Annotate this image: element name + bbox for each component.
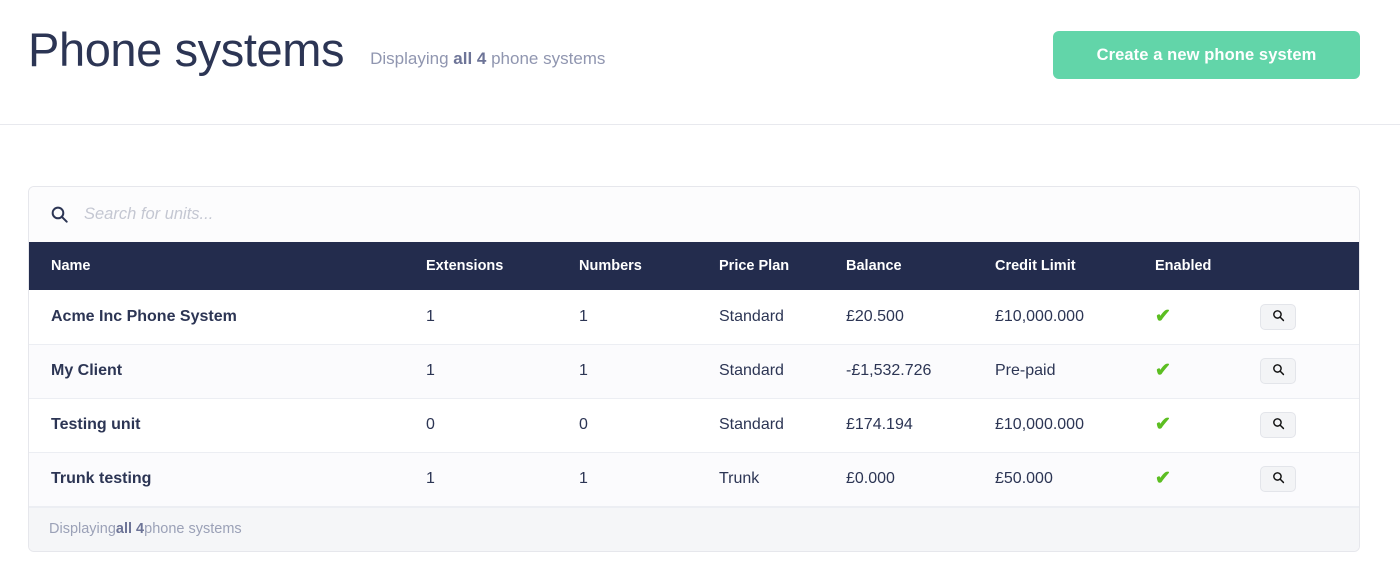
phone-systems-table: Name Extensions Numbers Price Plan Balan… (29, 242, 1359, 507)
column-header-name[interactable]: Name (29, 242, 401, 290)
view-phone-system-button[interactable] (1260, 358, 1296, 384)
table-row[interactable]: Trunk testing 1 1 Trunk £0.000 £50.000 ✔ (29, 452, 1359, 507)
cell-numbers: 1 (551, 452, 691, 507)
footer-suffix: phone systems (144, 521, 242, 537)
cell-numbers: 1 (551, 344, 691, 399)
cell-extensions: 1 (401, 290, 551, 345)
cell-price-plan: Standard (691, 344, 821, 399)
create-phone-system-button[interactable]: Create a new phone system (1053, 31, 1360, 79)
page-subtitle-prefix: Displaying (370, 49, 454, 68)
cell-enabled: ✔ (1126, 290, 1256, 345)
cell-enabled: ✔ (1126, 398, 1256, 453)
cell-balance: -£1,532.726 (821, 344, 966, 399)
cell-credit-limit: £10,000.000 (966, 398, 1126, 453)
column-header-balance[interactable]: Balance (821, 242, 966, 290)
phone-systems-card: Name Extensions Numbers Price Plan Balan… (28, 186, 1360, 552)
column-header-enabled[interactable]: Enabled (1126, 242, 1256, 290)
table-body: Acme Inc Phone System 1 1 Standard £20.5… (29, 290, 1359, 507)
search-icon (1272, 471, 1285, 487)
table-header-row: Name Extensions Numbers Price Plan Balan… (29, 242, 1359, 290)
cell-numbers: 0 (551, 398, 691, 453)
cell-enabled: ✔ (1126, 344, 1256, 399)
table-row[interactable]: My Client 1 1 Standard -£1,532.726 Pre-p… (29, 344, 1359, 399)
table-row[interactable]: Testing unit 0 0 Standard £174.194 £10,0… (29, 398, 1359, 453)
cell-extensions: 1 (401, 344, 551, 399)
table-footer-summary: Displaying all 4 phone systems (29, 506, 1359, 551)
page-subtitle: Displaying all 4 phone systems (370, 49, 605, 69)
column-header-numbers[interactable]: Numbers (551, 242, 691, 290)
cell-credit-limit: £50.000 (966, 452, 1126, 507)
cell-name: Testing unit (29, 398, 401, 453)
cell-extensions: 1 (401, 452, 551, 507)
search-icon (1272, 417, 1285, 433)
table-row[interactable]: Acme Inc Phone System 1 1 Standard £20.5… (29, 290, 1359, 345)
header-title-group: Phone systems Displaying all 4 phone sys… (28, 26, 605, 73)
search-row (29, 187, 1359, 242)
cell-enabled: ✔ (1126, 452, 1256, 507)
check-icon: ✔ (1155, 414, 1171, 435)
view-phone-system-button[interactable] (1260, 412, 1296, 438)
page-subtitle-count: all 4 (453, 49, 487, 68)
cell-balance: £0.000 (821, 452, 966, 507)
cell-credit-limit: £10,000.000 (966, 290, 1126, 345)
table-header: Name Extensions Numbers Price Plan Balan… (29, 242, 1359, 290)
check-icon: ✔ (1155, 305, 1171, 327)
cell-credit-limit: Pre-paid (966, 344, 1126, 399)
column-header-credit-limit[interactable]: Credit Limit (966, 242, 1126, 290)
view-phone-system-button[interactable] (1260, 466, 1296, 492)
search-input[interactable] (84, 205, 1359, 224)
page-subtitle-suffix: phone systems (486, 49, 606, 68)
cell-extensions: 0 (401, 398, 551, 453)
page-header: Phone systems Displaying all 4 phone sys… (0, 0, 1400, 125)
check-icon: ✔ (1155, 360, 1171, 381)
search-icon (48, 204, 70, 226)
cell-price-plan: Standard (691, 398, 821, 453)
cell-balance: £174.194 (821, 398, 966, 453)
footer-prefix: Displaying (49, 521, 116, 537)
search-icon (1272, 309, 1285, 325)
column-header-actions (1256, 242, 1359, 290)
cell-actions (1256, 452, 1359, 507)
cell-actions (1256, 290, 1359, 345)
page-title: Phone systems (28, 23, 345, 76)
cell-name: Acme Inc Phone System (29, 290, 401, 345)
cell-price-plan: Trunk (691, 452, 821, 507)
check-icon: ✔ (1155, 468, 1171, 489)
cell-balance: £20.500 (821, 290, 966, 345)
cell-actions (1256, 398, 1359, 453)
cell-name: My Client (29, 344, 401, 399)
column-header-extensions[interactable]: Extensions (401, 242, 551, 290)
column-header-price-plan[interactable]: Price Plan (691, 242, 821, 290)
footer-count: all 4 (115, 521, 145, 537)
cell-name: Trunk testing (29, 452, 401, 507)
search-icon (1272, 363, 1285, 379)
cell-numbers: 1 (551, 290, 691, 345)
cell-price-plan: Standard (691, 290, 821, 345)
cell-actions (1256, 344, 1359, 399)
view-phone-system-button[interactable] (1260, 303, 1296, 330)
